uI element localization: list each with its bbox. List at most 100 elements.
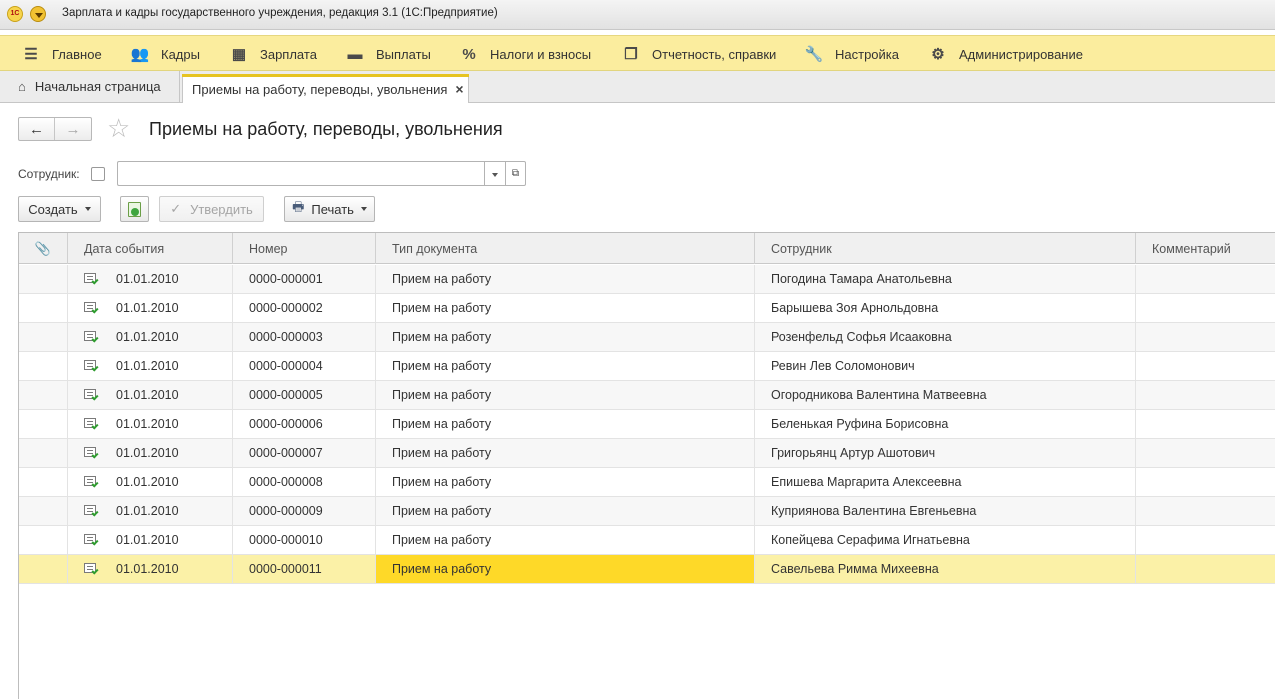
employee-cell-text: Ревин Лев Соломонович: [771, 359, 915, 373]
create-button[interactable]: Создать: [18, 196, 101, 222]
printer-icon: 🖶: [292, 199, 305, 214]
comment-cell: [1136, 439, 1275, 467]
table-row[interactable]: 01.01.2010 0000-000003 Прием на работу Розе…: [19, 323, 1275, 352]
number-cell: 0000-000008: [233, 468, 376, 496]
chevron-down-icon[interactable]: [484, 161, 506, 186]
section-reports[interactable]: ❐ Отчетность, справки: [622, 36, 776, 72]
section-hr[interactable]: 👥 Кадры: [131, 36, 200, 72]
number-cell: 0000-000006: [233, 410, 376, 438]
section-label: Зарплата: [260, 46, 317, 62]
attachment-cell: [19, 381, 68, 409]
open-windows-bar: ⌂ Начальная страница Приемы на работу, п…: [0, 71, 1275, 103]
employee-filter-input[interactable]: [117, 161, 485, 186]
posted-document-icon: [84, 359, 99, 373]
doc-type-cell: Прием на работу: [376, 555, 755, 583]
doc-type-cell: Прием на работу: [376, 468, 755, 496]
employee-cell-text: Розенфельд Софья Исааковна: [771, 330, 952, 344]
approve-button[interactable]: ✓ Утвердить: [159, 196, 264, 222]
number-cell: 0000-000011: [233, 555, 376, 583]
wrench-icon: 🔧: [804, 46, 824, 63]
attachment-cell: [19, 410, 68, 438]
section-administration[interactable]: ⚙ Администрирование: [929, 36, 1083, 72]
employee-cell-text: Беленькая Руфина Борисовна: [771, 417, 949, 431]
table-row[interactable]: 01.01.2010 0000-000005 Прием на работу Огор…: [19, 381, 1275, 410]
favorite-star-icon[interactable]: ☆: [107, 114, 130, 142]
employee-cell-text: Копейцева Серафима Игнатьевна: [771, 533, 970, 547]
employee-filter-checkbox[interactable]: [91, 167, 105, 181]
table-row[interactable]: 01.01.2010 0000-000007 Прием на работу Григ…: [19, 439, 1275, 468]
table-row[interactable]: 01.01.2010 0000-000006 Прием на работу Беле…: [19, 410, 1275, 439]
employee-cell-text: Барышева Зоя Арнольдовна: [771, 301, 939, 315]
section-settings[interactable]: 🔧 Настройка: [805, 36, 899, 72]
section-taxes[interactable]: % Налоги и взносы: [460, 36, 591, 72]
column-date[interactable]: Дата события: [68, 233, 233, 264]
number-cell-text: 0000-000002: [249, 301, 323, 315]
main-menu-dropdown-icon[interactable]: [30, 6, 46, 22]
tab-home[interactable]: ⌂ Начальная страница: [0, 71, 180, 102]
attachment-cell: [19, 468, 68, 496]
comment-cell: [1136, 294, 1275, 322]
column-number[interactable]: Номер: [233, 233, 376, 264]
employee-cell-text: Огородникова Валентина Матвеевна: [771, 388, 987, 402]
1c-logo-icon: 1С: [7, 6, 23, 22]
forward-arrow-icon[interactable]: →: [55, 118, 91, 140]
table-row[interactable]: 01.01.2010 0000-000011 Прием на работу Саве…: [19, 555, 1275, 584]
posted-document-icon: [84, 504, 99, 518]
doc-type-cell: Прием на работу: [376, 526, 755, 554]
window-title-bar: 1С Зарплата и кадры государственного учр…: [0, 0, 1275, 30]
table-row[interactable]: 01.01.2010 0000-000001 Прием на работу Пого…: [19, 265, 1275, 294]
number-cell-text: 0000-000003: [249, 330, 323, 344]
reports-icon: ❐: [624, 46, 638, 63]
posted-document-icon: [84, 475, 99, 489]
column-attachment[interactable]: 📎: [19, 233, 68, 264]
column-doc-type[interactable]: Тип документа: [376, 233, 755, 264]
doc-type-cell-text: Прием на работу: [392, 359, 492, 373]
column-employee[interactable]: Сотрудник: [755, 233, 1136, 264]
number-cell: 0000-000009: [233, 497, 376, 525]
number-cell: 0000-000003: [233, 323, 376, 351]
documents-table: 📎 Дата события Номер Тип документа Сотру…: [18, 232, 1275, 699]
column-comment[interactable]: Комментарий: [1136, 233, 1275, 264]
employee-cell: Беленькая Руфина Борисовна: [755, 410, 1136, 438]
employee-cell: Савельева Римма Михеевна: [755, 555, 1136, 583]
doc-type-cell: Прием на работу: [376, 352, 755, 380]
number-cell-text: 0000-000007: [249, 446, 323, 460]
section-salary[interactable]: ▦ Зарплата: [230, 36, 317, 72]
tab-hirings[interactable]: Приемы на работу, переводы, увольнения ×: [182, 74, 469, 103]
check-icon: ✓: [170, 201, 182, 216]
posted-document-icon: [84, 417, 99, 431]
open-item-icon[interactable]: ⧉: [505, 161, 526, 186]
number-cell: 0000-000007: [233, 439, 376, 467]
wallet-icon: ▬: [347, 45, 363, 63]
back-arrow-icon[interactable]: ←: [19, 118, 55, 140]
comment-cell: [1136, 381, 1275, 409]
section-payments[interactable]: ▬ Выплаты: [346, 36, 431, 72]
table-row[interactable]: 01.01.2010 0000-000008 Прием на работу Епиш…: [19, 468, 1275, 497]
doc-type-cell-text: Прием на работу: [392, 301, 492, 315]
paperclip-icon: 📎: [34, 240, 52, 256]
doc-type-cell-text: Прием на работу: [392, 272, 492, 286]
date-cell: 01.01.2010: [68, 352, 233, 380]
calculator-icon: ▦: [231, 46, 247, 63]
attachment-cell: [19, 439, 68, 467]
employee-cell-text: Погодина Тамара Анатольевна: [771, 272, 952, 286]
section-main[interactable]: ☰ Главное: [22, 36, 101, 72]
doc-type-cell: Прием на работу: [376, 294, 755, 322]
comment-cell: [1136, 410, 1275, 438]
percent-icon: %: [462, 45, 476, 63]
employee-cell-text: Григорьянц Артур Ашотович: [771, 446, 936, 460]
number-cell-text: 0000-000010: [249, 533, 323, 547]
print-button[interactable]: 🖶 Печать: [284, 196, 375, 222]
number-cell: 0000-000001: [233, 265, 376, 293]
employee-cell-text: Епишева Маргарита Алексеевна: [771, 475, 962, 489]
close-icon[interactable]: ×: [455, 81, 463, 97]
copy-button[interactable]: [120, 196, 149, 222]
table-row[interactable]: 01.01.2010 0000-000002 Прием на работу Бары…: [19, 294, 1275, 323]
attachment-cell: [19, 352, 68, 380]
chevron-down-icon: [360, 207, 367, 211]
attachment-cell: [19, 526, 68, 554]
doc-type-cell: Прием на работу: [376, 439, 755, 467]
table-row[interactable]: 01.01.2010 0000-000009 Прием на работу Купр…: [19, 497, 1275, 526]
table-row[interactable]: 01.01.2010 0000-000004 Прием на работу Реви…: [19, 352, 1275, 381]
table-row[interactable]: 01.01.2010 0000-000010 Прием на работу Копе…: [19, 526, 1275, 555]
